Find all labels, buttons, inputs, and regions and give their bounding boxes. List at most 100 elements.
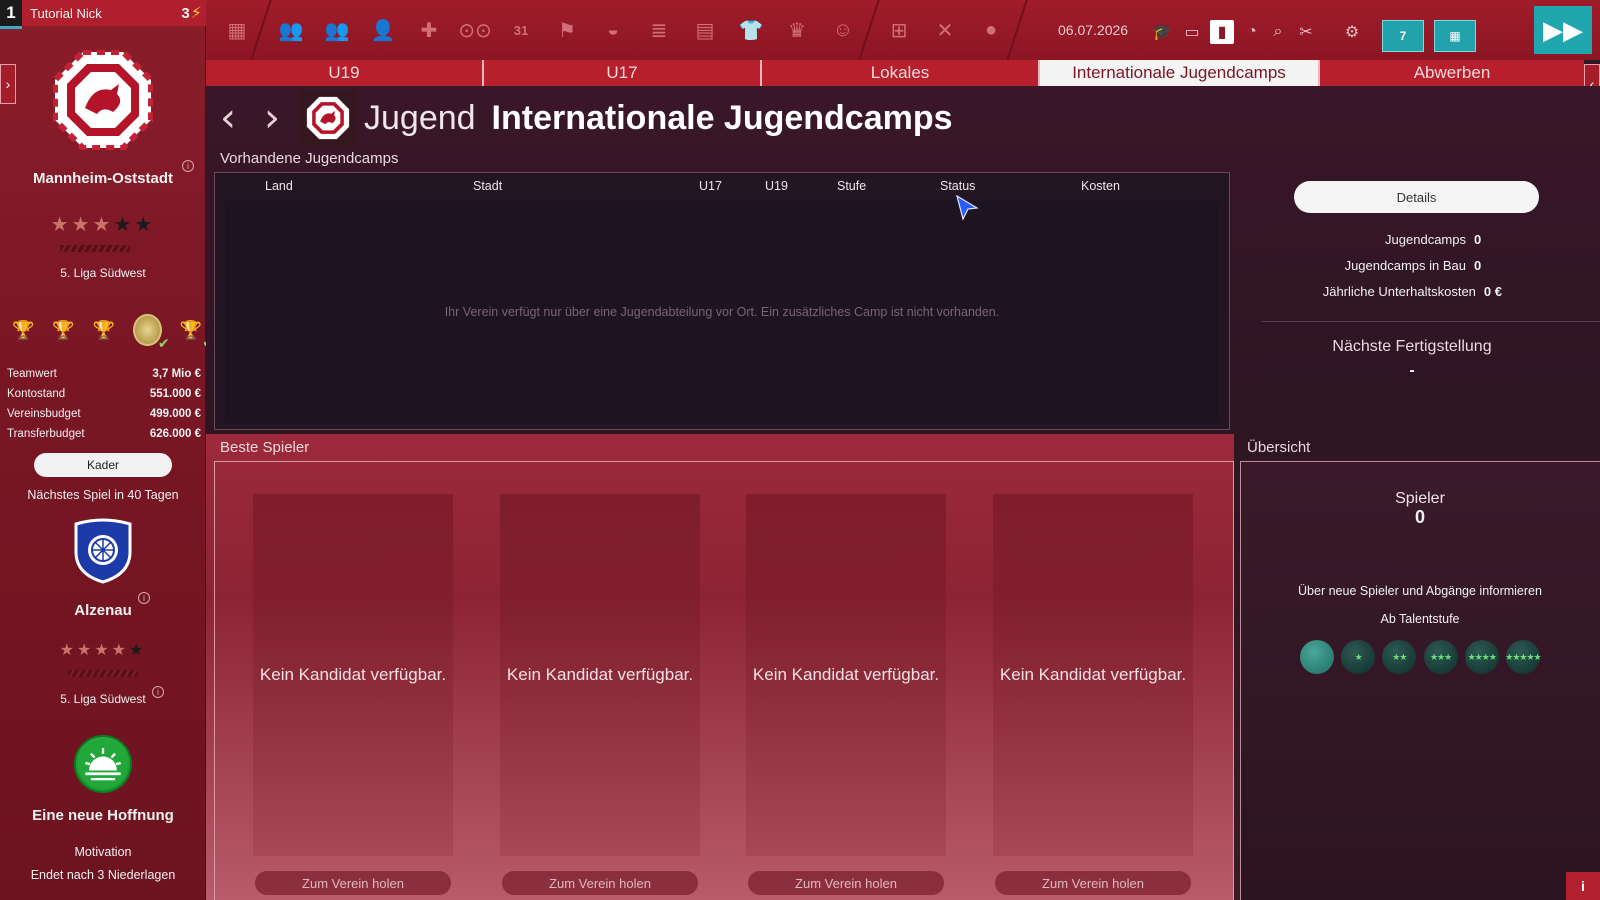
column-header[interactable]: Status [940, 179, 975, 193]
candidate-card[interactable]: Kein Kandidat verfügbar. [746, 494, 946, 856]
calendar-week-button[interactable]: 7 [1382, 20, 1424, 52]
help-info-icon[interactable]: i [1566, 872, 1600, 900]
column-header[interactable]: Stadt [473, 179, 502, 193]
opponent-league[interactable]: 5. Liga Südwest [0, 692, 206, 706]
calendar-icon[interactable]: 31 [506, 15, 536, 45]
trophy-icon[interactable]: 🏆 [12, 320, 34, 341]
column-header[interactable]: Land [265, 179, 293, 193]
stat-label: Jugendcamps in Bau [1344, 258, 1466, 273]
stat-value: 0 € [1483, 284, 1502, 299]
trophy-icon[interactable]: 🏆 [93, 320, 115, 341]
club-icon[interactable]: ▦ [222, 15, 252, 45]
user-rank: 1 [0, 0, 22, 26]
stat-value: 0 [1474, 258, 1482, 273]
medical-icon[interactable]: ✚ [414, 15, 444, 45]
talent-level-label: Ab Talentstufe [1380, 612, 1460, 626]
presentation-icon[interactable]: ▭ [1180, 20, 1204, 44]
talent-level-3-icon[interactable]: ★★★ [1423, 640, 1458, 674]
candidate-empty-text: Kein Kandidat verfügbar. [752, 665, 940, 684]
graduation-icon[interactable]: 🎓 [1150, 20, 1174, 44]
stat-label: Jugendcamps [1385, 232, 1466, 247]
tactics-icon[interactable]: ✕ [930, 15, 960, 45]
column-header[interactable]: Stufe [837, 179, 866, 193]
recruit-button[interactable]: Zum Verein holen [748, 871, 944, 895]
club-name[interactable]: Mannheim-Oststadt [0, 170, 206, 187]
details-button[interactable]: Details [1294, 181, 1539, 213]
opponent-info-icon[interactable]: i [138, 592, 150, 604]
club-league[interactable]: 5. Liga Südwest [0, 266, 206, 280]
candidate-card[interactable]: Kein Kandidat verfügbar. [500, 494, 700, 856]
candidate-card[interactable]: Kein Kandidat verfügbar. [993, 494, 1193, 856]
user-name[interactable]: Tutorial Nick [22, 6, 181, 21]
star-icon: ★ [129, 642, 147, 659]
stat-label: Jährliche Unterhaltskosten [1322, 284, 1476, 299]
back-arrow-icon[interactable]: ‹ [206, 95, 250, 141]
candidate-empty-text: Kein Kandidat verfügbar. [506, 665, 694, 684]
opponent-crest-icon[interactable] [72, 518, 134, 584]
statistics-icon[interactable]: ▮ [1210, 20, 1234, 44]
youth-icon[interactable]: 👤 [368, 15, 398, 45]
opponent-league-info-icon[interactable]: i [152, 686, 164, 698]
tab-u19[interactable]: U19 [206, 60, 484, 86]
calendar-month-button[interactable]: ▦ [1434, 20, 1476, 52]
next-match-label: Nächstes Spiel in 40 Tagen [27, 488, 179, 502]
candidate-card[interactable]: Kein Kandidat verfügbar. [253, 494, 453, 856]
sidebar-expand-arrow-icon[interactable]: › [0, 64, 16, 104]
club-crest-small [300, 90, 356, 146]
settings-gear-icon[interactable]: ⚙ [1340, 20, 1364, 44]
medal-icon[interactable]: ✔ [133, 314, 170, 351]
stadium-icon[interactable]: ◒ [598, 15, 628, 45]
tab-u17[interactable]: U17 [484, 60, 762, 86]
stat-value: 0 [1474, 232, 1482, 247]
mood-subtitle: Endet nach 3 Niederlagen [30, 868, 176, 882]
profile-icon[interactable]: ● [976, 15, 1006, 45]
column-header[interactable]: U17 [699, 179, 722, 193]
jersey-icon[interactable]: 👕 [736, 15, 766, 45]
page-title-prefix: Jugend [364, 98, 476, 137]
squad-compare-icon[interactable]: 👥 [322, 15, 352, 45]
sunrise-icon[interactable] [74, 735, 132, 793]
talent-level-5-icon[interactable]: ★★★★★ [1505, 640, 1542, 674]
column-header[interactable]: U19 [765, 179, 788, 193]
media-icon[interactable]: ▤ [690, 15, 720, 45]
tactics-board-icon[interactable]: ⊞ [884, 15, 914, 45]
main-toolbar: ▦ 👥 👥 👤 ✚ ⊙⊙ 31 ⚑ ◒ ≣ ▤ 👕 ♛ ☺ ⊞ ✕ ● 06.0… [206, 0, 1600, 60]
board-icon[interactable]: ♛ [782, 15, 812, 45]
tab-international-camps[interactable]: Internationale Jugendcamps [1040, 60, 1320, 86]
recruit-button[interactable]: Zum Verein holen [502, 871, 698, 895]
tab-poaching[interactable]: Abwerben [1320, 60, 1584, 86]
club-rating-bar [60, 245, 130, 252]
user-energy: 3 ⚡ [181, 3, 206, 23]
star-icon: ★ [76, 642, 95, 659]
talent-level-0-icon[interactable] [1300, 640, 1334, 674]
time-icon[interactable]: ◔ [1240, 20, 1264, 44]
club-info-icon[interactable]: i [182, 160, 194, 172]
finance-summary: Teamwert 3,7 Mio € Kontostand 551.000 € Ve… [7, 364, 201, 444]
tab-local[interactable]: Lokales [762, 60, 1040, 86]
awards-icon[interactable]: ✂ [1294, 20, 1318, 44]
recruit-button[interactable]: Zum Verein holen [255, 871, 451, 895]
column-header[interactable]: Kosten [1081, 179, 1120, 193]
star-icon: ★ [50, 214, 72, 236]
talent-level-1-icon[interactable]: ★ [1341, 640, 1376, 674]
search-icon[interactable]: ⌕ [1266, 20, 1290, 44]
recruit-button[interactable]: Zum Verein holen [995, 871, 1191, 895]
fans-icon[interactable]: ☺ [828, 15, 858, 45]
talent-level-2-icon[interactable]: ★★ [1382, 640, 1417, 674]
mood-title: Eine neue Hoffnung [32, 807, 174, 824]
opponent-name[interactable]: Alzenau [0, 602, 206, 619]
forward-arrow-icon[interactable]: › [250, 95, 294, 141]
camps-section-label: Vorhandene Jugendcamps [220, 150, 399, 167]
training-icon[interactable]: ⚑ [552, 15, 582, 45]
squad-icon[interactable]: 👥 [276, 15, 306, 45]
finance-label: Vereinsbudget [7, 408, 81, 420]
talent-level-4-icon[interactable]: ★★★★ [1464, 640, 1499, 674]
trophy-icon[interactable]: 🏆 [52, 320, 74, 341]
scouting-icon[interactable]: ⊙⊙ [458, 15, 492, 45]
finances-icon[interactable]: ≣ [644, 15, 674, 45]
cup-icon[interactable]: 🏆✔ [180, 320, 214, 350]
club-crest-icon[interactable] [53, 50, 153, 150]
squad-button[interactable]: Kader [34, 453, 172, 477]
candidate-empty-text: Kein Kandidat verfügbar. [999, 665, 1187, 684]
continue-fast-forward-button[interactable]: ▶▶ [1534, 6, 1592, 54]
